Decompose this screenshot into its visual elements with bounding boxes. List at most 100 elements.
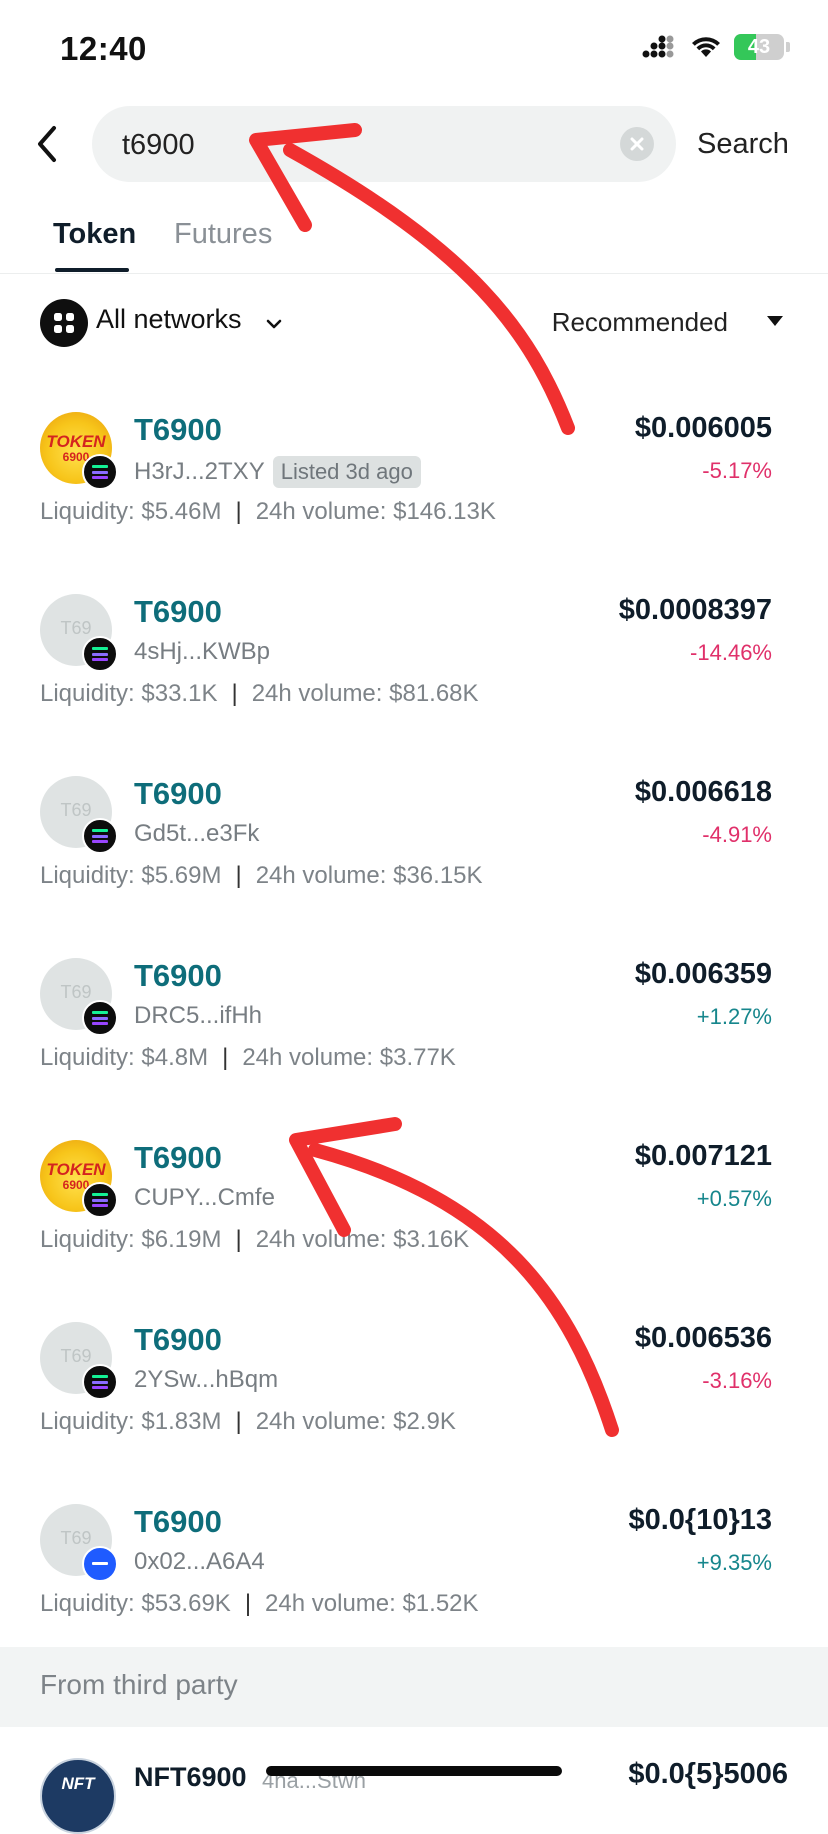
token-stats: Liquidity: $4.8M | 24h volume: $3.77K [40, 1044, 456, 1072]
token-volume: 24h volume: $81.68K [251, 680, 479, 707]
status-time: 12:40 [60, 30, 147, 67]
token-row[interactable]: T69 T6900 4sHj...KWBp $0.0008397 -14.46% Liqu… [0, 584, 828, 766]
token-price: $0.006359 [634, 958, 772, 990]
search-field[interactable] [92, 106, 676, 184]
stats-separator: | [231, 680, 238, 707]
status-bar: 12:40 43 [0, 0, 828, 100]
chevron-down-icon[interactable] [264, 314, 284, 334]
token-liquidity: Liquidity: $6.19M [40, 1226, 222, 1253]
token-name: T6900 [134, 1322, 222, 1357]
token-price: $0.006618 [634, 776, 772, 808]
home-indicator[interactable] [266, 1766, 562, 1776]
stats-separator: | [244, 1590, 252, 1617]
token-liquidity: Liquidity: $4.8M [40, 1044, 209, 1071]
third-party-token-name[interactable]: NFT6900 [134, 1762, 247, 1793]
token-price: $0.006536 [634, 1322, 772, 1354]
listed-badge: Listed 3d ago [272, 456, 421, 488]
token-address-text: H3rJ...2TXY [134, 458, 265, 485]
search-button[interactable]: Search [697, 128, 789, 161]
token-volume: 24h volume: $146.13K [255, 498, 496, 525]
token-volume: 24h volume: $3.77K [242, 1044, 456, 1071]
token-row[interactable]: T69 T6900 Gd5t...e3Fk $0.006618 -4.91% Liquid… [0, 766, 828, 948]
nft-avatar-text: NFT [61, 1774, 95, 1793]
token-price: $0.0008397 [618, 594, 772, 626]
token-address-text: 4sHj...KWBp [134, 638, 271, 665]
caret-down-icon[interactable] [767, 316, 783, 326]
token-stats: Liquidity: $33.1K | 24h volume: $81.68K [40, 680, 479, 708]
token-liquidity: Liquidity: $33.1K [40, 680, 218, 707]
token-stats: Liquidity: $1.83M | 24h volume: $2.9K [40, 1408, 456, 1436]
token-address-text: Gd5t...e3Fk [134, 820, 260, 847]
tab-futures[interactable]: Futures [174, 218, 272, 251]
stats-separator: | [235, 1226, 242, 1253]
token-name: T6900 [134, 1504, 222, 1539]
token-volume: 24h volume: $1.52K [265, 1590, 479, 1617]
token-volume: 24h volume: $2.9K [255, 1408, 456, 1435]
token-name: T6900 [134, 1140, 222, 1175]
stats-separator: | [235, 1408, 242, 1435]
logo-text: TOKEN [46, 432, 106, 451]
token-row[interactable]: T69 T6900 2YSw...hBqm $0.006536 -3.16% Liquid… [0, 1312, 828, 1494]
logo-text: TOKEN [46, 1160, 106, 1179]
token-stats: Liquidity: $6.19M | 24h volume: $3.16K [40, 1226, 469, 1254]
stats-separator: | [235, 862, 242, 889]
token-name: T6900 [134, 776, 222, 811]
token-price-change: +1.27% [696, 1004, 772, 1029]
token-address: DRC5...ifHh [134, 1002, 262, 1030]
token-liquidity: Liquidity: $1.83M [40, 1408, 222, 1435]
solana-chain-icon [82, 1182, 118, 1218]
clear-search-icon[interactable] [620, 127, 654, 161]
token-row[interactable]: TOKEN 6900 T6900 H3rJ...2TXY Listed 3d ago $0… [0, 402, 828, 584]
token-price: $0.007121 [634, 1140, 772, 1172]
back-arrow-icon[interactable] [28, 122, 68, 166]
cellular-signal-icon [642, 35, 674, 58]
token-price-change: -3.16% [702, 1368, 772, 1393]
tabs-divider [0, 273, 828, 274]
status-icons: 43 [642, 34, 790, 60]
token-stats: Liquidity: $5.46M | 24h volume: $146.13K [40, 498, 496, 526]
token-volume: 24h volume: $3.16K [255, 1226, 470, 1253]
token-address: 2YSw...hBqm [134, 1366, 278, 1394]
token-address: Gd5t...e3Fk [134, 820, 259, 848]
token-name: T6900 [134, 594, 222, 629]
third-party-header: From third party [40, 1669, 238, 1700]
token-liquidity: Liquidity: $5.69M [40, 862, 222, 889]
token-liquidity: Liquidity: $53.69K [40, 1590, 231, 1617]
nft6900-token-avatar: NFT [40, 1758, 116, 1834]
token-address-text: DRC5...ifHh [134, 1002, 263, 1029]
token-price-change: -4.91% [702, 822, 772, 847]
solana-chain-icon [82, 1000, 118, 1036]
token-liquidity: Liquidity: $5.46M [40, 498, 222, 525]
solana-chain-icon [82, 818, 118, 854]
search-input[interactable] [120, 106, 604, 184]
token-price-change: +9.35% [696, 1550, 772, 1575]
token-address: CUPY...Cmfe [134, 1184, 275, 1212]
solana-chain-icon [82, 454, 118, 490]
token-address: H3rJ...2TXY Listed 3d ago [134, 456, 421, 488]
network-filter-label[interactable]: All networks [96, 304, 242, 335]
token-row[interactable]: TOKEN 6900 T6900 CUPY...Cmfe $0.007121 +0.57%… [0, 1130, 828, 1312]
battery-icon: 43 [734, 34, 784, 60]
token-name: T6900 [134, 412, 222, 447]
third-party-section: From third party [0, 1647, 828, 1727]
wifi-icon [692, 37, 720, 57]
stats-separator: | [222, 1044, 229, 1071]
token-price-change: +0.57% [696, 1186, 772, 1211]
tab-token[interactable]: Token [53, 218, 136, 251]
sort-dropdown[interactable]: Recommended [552, 307, 728, 338]
token-address: 0x02...A6A4 [134, 1548, 265, 1576]
token-stats: Liquidity: $53.69K | 24h volume: $1.52K [40, 1590, 479, 1618]
battery-tip [786, 42, 790, 52]
ethereum-chain-icon [82, 1546, 118, 1582]
stats-separator: | [235, 498, 242, 525]
token-volume: 24h volume: $36.15K [255, 862, 483, 889]
all-networks-grid-icon[interactable] [40, 299, 88, 347]
solana-chain-icon [82, 636, 118, 672]
token-name: T6900 [134, 958, 222, 993]
token-stats: Liquidity: $5.69M | 24h volume: $36.15K [40, 862, 483, 890]
solana-chain-icon [82, 1364, 118, 1400]
active-tab-indicator [55, 268, 129, 272]
third-party-token-price: $0.0{5}5006 [628, 1758, 788, 1790]
token-price-change: -14.46% [690, 640, 772, 665]
token-row[interactable]: T69 T6900 DRC5...ifHh $0.006359 +1.27% Liquid… [0, 948, 828, 1130]
